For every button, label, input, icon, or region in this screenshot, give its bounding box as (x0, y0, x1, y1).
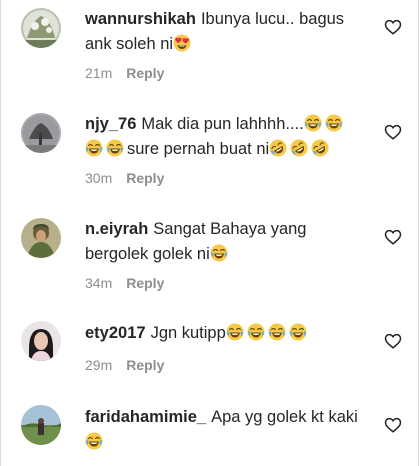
heart-eyes-emoji-icon (173, 34, 191, 52)
avatar[interactable] (21, 321, 61, 361)
joy-emoji-icon (85, 139, 103, 157)
comment-username[interactable]: wannurshikah (85, 10, 196, 28)
reply-button[interactable]: Reply (126, 275, 164, 291)
comment-meta: 30m Reply (85, 170, 164, 186)
comment-body: Mak dia pun lahhhh.... (141, 115, 304, 133)
comment-username[interactable]: ety2017 (85, 324, 146, 342)
comment-time: 21m (85, 65, 113, 81)
comment-item: n.eiyrah Sangat Bahaya yang bergolek gole… (1, 210, 418, 302)
joy-emoji-icon (247, 323, 265, 341)
heart-outline-icon[interactable] (384, 18, 402, 36)
joy-emoji-icon (85, 432, 103, 450)
comment-time: 34m (85, 275, 113, 291)
reply-button[interactable]: Reply (126, 65, 164, 81)
comment-body: Apa yg golek kt kaki (211, 408, 358, 426)
comment-username[interactable]: njy_76 (85, 115, 136, 133)
joy-emoji-icon (325, 114, 343, 132)
comment-text: ety2017 Jgn kutipp (85, 321, 367, 346)
joy-emoji-icon (106, 139, 124, 157)
heart-outline-icon[interactable] (384, 228, 402, 246)
joy-emoji-icon (210, 244, 228, 262)
reply-button[interactable]: Reply (126, 170, 164, 186)
comment-item: ety2017 Jgn kutipp 29m Reply (1, 314, 418, 394)
joy-emoji-icon (289, 323, 307, 341)
joy-emoji-icon (268, 323, 286, 341)
comment-time: 29m (85, 357, 113, 373)
rofl-emoji-icon (269, 139, 287, 157)
comment-item: faridahamimie_ Apa yg golek kt kaki (1, 398, 418, 466)
joy-emoji-icon (304, 114, 322, 132)
reply-button[interactable]: Reply (126, 357, 164, 373)
avatar[interactable] (21, 113, 61, 153)
heart-outline-icon[interactable] (384, 123, 402, 141)
comment-meta: 21m Reply (85, 65, 164, 81)
rofl-emoji-icon (290, 139, 308, 157)
rofl-emoji-icon (311, 139, 329, 157)
comment-meta: 34m Reply (85, 275, 164, 291)
avatar[interactable] (21, 8, 61, 48)
avatar[interactable] (21, 218, 61, 258)
comment-text: n.eiyrah Sangat Bahaya yang bergolek gole… (85, 217, 367, 267)
comment-username[interactable]: n.eiyrah (85, 220, 148, 238)
comment-text: njy_76 Mak dia pun lahhhh.... sure pernah … (85, 112, 367, 162)
comment-body: Jgn kutipp (150, 324, 226, 342)
comment-item: wannurshikah Ibunya lucu.. bagus ank sole… (1, 0, 418, 92)
comment-text: faridahamimie_ Apa yg golek kt kaki (85, 405, 367, 455)
joy-emoji-icon (226, 323, 244, 341)
comment-item: njy_76 Mak dia pun lahhhh.... sure pernah … (1, 105, 418, 197)
heart-outline-icon[interactable] (384, 332, 402, 350)
comment-body-continued: sure pernah buat ni (127, 140, 270, 158)
avatar[interactable] (21, 405, 61, 445)
comment-text: wannurshikah Ibunya lucu.. bagus ank sole… (85, 7, 367, 57)
comment-time: 30m (85, 170, 113, 186)
comment-username[interactable]: faridahamimie_ (85, 408, 206, 426)
heart-outline-icon[interactable] (384, 416, 402, 434)
comment-meta: 29m Reply (85, 357, 164, 373)
